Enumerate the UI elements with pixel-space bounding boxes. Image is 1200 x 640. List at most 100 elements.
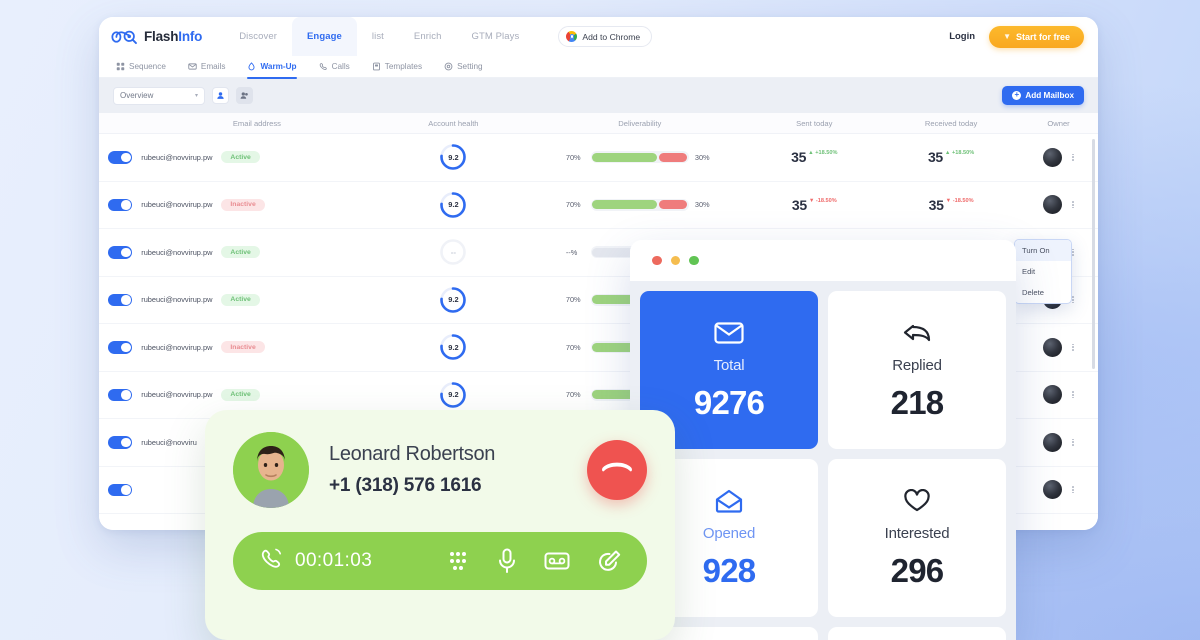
stat-value: 928: [702, 551, 756, 589]
template-icon: [372, 62, 381, 71]
reply-arrow-icon: [902, 319, 932, 347]
menu-item-delete[interactable]: Delete: [1015, 282, 1071, 303]
toggle-switch[interactable]: [108, 293, 133, 306]
hangup-button[interactable]: [587, 440, 647, 500]
row-enable-toggle[interactable]: [99, 341, 141, 354]
sent-value: 35: [791, 196, 807, 213]
row-enable-toggle[interactable]: [99, 293, 141, 306]
row-email: rubeuci@novvirup.pw: [141, 247, 213, 257]
stat-card-extra-right[interactable]: [828, 627, 1006, 640]
nav-item-enrich[interactable]: Enrich: [399, 17, 457, 56]
add-to-chrome-button[interactable]: Add to Chrome: [558, 26, 653, 47]
row-menu-button[interactable]: [1072, 247, 1074, 257]
row-email-cell: rubeuci@novvirup.pw Active: [141, 388, 372, 401]
grid-icon: [116, 62, 125, 71]
avatar: [1043, 432, 1063, 452]
health-score: 9.2: [448, 200, 459, 210]
phone-ring-icon: [259, 546, 284, 576]
mail-icon: [188, 62, 197, 71]
add-mailbox-label: Add Mailbox: [1025, 91, 1074, 100]
open-envelope-icon: [715, 487, 743, 515]
received-delta: ▲ +18.50%: [944, 150, 975, 157]
stat-card-replied[interactable]: Replied 218: [828, 291, 1006, 449]
stat-value: 296: [890, 551, 944, 589]
microphone-icon[interactable]: [497, 548, 517, 574]
toggle-switch[interactable]: [108, 341, 133, 354]
row-menu-button[interactable]: [1072, 437, 1074, 447]
contact-photo-avatar: [233, 432, 309, 508]
chevron-down-icon: ▾: [194, 93, 198, 99]
nav-item-discover[interactable]: Discover: [224, 17, 292, 56]
contact-name: Leonard Robertson: [329, 443, 496, 465]
row-enable-toggle[interactable]: [99, 483, 141, 496]
sub-navigation: Sequence Emails Warm-Up Calls Templates …: [99, 56, 1098, 79]
row-enable-toggle[interactable]: [99, 198, 141, 211]
dialpad-icon[interactable]: [446, 549, 470, 573]
status-badge: Inactive: [221, 198, 265, 211]
stat-card-interested[interactable]: Interested 296: [828, 459, 1006, 617]
nav-item-list[interactable]: list: [357, 17, 399, 56]
toggle-switch[interactable]: [108, 483, 133, 496]
row-enable-toggle[interactable]: [99, 246, 141, 259]
single-user-filter-button[interactable]: [212, 87, 229, 104]
menu-item-edit[interactable]: Edit: [1015, 261, 1071, 282]
row-enable-toggle[interactable]: [99, 388, 141, 401]
status-badge: Active: [221, 388, 260, 401]
subnav-item-templates[interactable]: Templates: [361, 56, 433, 78]
start-for-free-button[interactable]: ▼ Start for free: [989, 25, 1084, 48]
row-menu-button[interactable]: [1072, 390, 1074, 400]
toggle-switch[interactable]: [108, 388, 133, 401]
view-select[interactable]: Overview ▾: [113, 86, 205, 105]
subnav-item-calls[interactable]: Calls: [308, 56, 361, 78]
brand-logo[interactable]: FlashInfo: [111, 28, 202, 46]
avatar: [1043, 195, 1063, 215]
close-window-dot[interactable]: [652, 255, 662, 266]
nav-item-engage[interactable]: Engage: [291, 17, 357, 56]
health-score: --: [450, 247, 457, 257]
subnav-item-warm-up[interactable]: Warm-Up: [236, 56, 307, 79]
users-icon: [240, 87, 249, 105]
row-menu-button[interactable]: [1072, 200, 1074, 210]
group-user-filter-button[interactable]: [236, 87, 253, 104]
row-enable-toggle[interactable]: [99, 151, 141, 164]
subnav-item-emails[interactable]: Emails: [177, 56, 237, 78]
toggle-switch[interactable]: [108, 436, 133, 449]
subnav-label: Emails: [200, 62, 226, 71]
add-mailbox-button[interactable]: + Add Mailbox: [1002, 86, 1084, 105]
heart-icon: [903, 487, 931, 515]
plus-icon: +: [1012, 90, 1022, 100]
row-enable-toggle[interactable]: [99, 436, 141, 449]
toggle-switch[interactable]: [108, 198, 133, 211]
minimize-window-dot[interactable]: [670, 255, 680, 266]
row-menu-button[interactable]: [1072, 295, 1074, 305]
stats-body: Total 9276 Replied 218 Opened 928 Intere…: [630, 281, 1016, 640]
row-menu-button[interactable]: [1072, 485, 1074, 495]
toggle-switch[interactable]: [108, 246, 133, 259]
table-row[interactable]: rubeuci@novvirup.pw Inactive 9.2 70% 30% 35 ▼ …: [99, 182, 1098, 229]
row-menu-button[interactable]: [1072, 152, 1074, 162]
row-owner-cell: [1019, 337, 1098, 357]
call-widget: Leonard Robertson +1 (318) 576 1616 00:0…: [205, 410, 675, 640]
voicemail-icon[interactable]: [544, 550, 570, 572]
table-row[interactable]: rubeuci@novvirup.pw Active 9.2 70% 30% 35 ▲ +1…: [99, 134, 1098, 182]
note-edit-icon[interactable]: [597, 549, 621, 573]
subnav-item-setting[interactable]: Setting: [433, 56, 494, 78]
health-score: 9.2: [448, 295, 459, 305]
login-link[interactable]: Login: [949, 31, 975, 42]
status-badge: Inactive: [221, 341, 265, 354]
subnav-item-sequence[interactable]: Sequence: [105, 56, 177, 78]
stats-grid: Total 9276 Replied 218 Opened 928 Intere…: [640, 291, 1006, 640]
health-score: 9.2: [448, 342, 459, 352]
contact-details: Leonard Robertson +1 (318) 576 1616: [329, 443, 495, 497]
row-health-cell: 9.2: [373, 143, 535, 171]
maximize-window-dot[interactable]: [689, 255, 699, 266]
row-health-cell: 9.2: [373, 286, 535, 314]
row-menu-button[interactable]: [1072, 342, 1074, 352]
subnav-label: Sequence: [129, 62, 166, 71]
row-health-cell: 9.2: [373, 191, 535, 219]
hangup-phone-icon: [602, 460, 632, 481]
table-scrollbar[interactable]: [1092, 139, 1095, 369]
toggle-switch[interactable]: [108, 151, 133, 164]
menu-item-turn-on[interactable]: Turn On: [1015, 240, 1071, 261]
nav-item-gtm-plays[interactable]: GTM Plays: [456, 17, 534, 56]
